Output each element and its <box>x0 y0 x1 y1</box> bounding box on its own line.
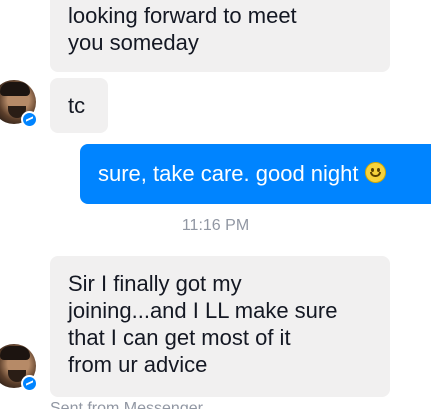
messenger-badge-icon <box>21 111 38 128</box>
messenger-badge-icon <box>21 375 38 392</box>
avatar-hair <box>0 346 30 360</box>
contact-avatar[interactable] <box>0 344 38 392</box>
message-text: tc <box>68 93 86 118</box>
incoming-message-bubble[interactable]: Sir I finally got my joining...and I LL … <box>50 256 390 397</box>
smiley-emoji-icon <box>364 162 386 183</box>
incoming-message-bubble[interactable]: looking forward to meet you someday <box>50 0 390 72</box>
message-text: sure, take care. good night <box>98 161 359 186</box>
chat-thread: looking forward to meet you someday tc s… <box>0 0 431 409</box>
incoming-message-bubble[interactable]: tc <box>50 78 108 133</box>
message-text: looking forward to meet you someday <box>68 3 297 55</box>
contact-avatar[interactable] <box>0 80 38 128</box>
sent-from-hint: Sent from Messenger <box>50 400 203 409</box>
message-timestamp: 11:16 PM <box>181 217 250 234</box>
outgoing-message-bubble[interactable]: sure, take care. good night <box>80 144 431 204</box>
message-text: Sir I finally got my joining...and I LL … <box>68 271 338 377</box>
avatar-hair <box>0 82 30 96</box>
